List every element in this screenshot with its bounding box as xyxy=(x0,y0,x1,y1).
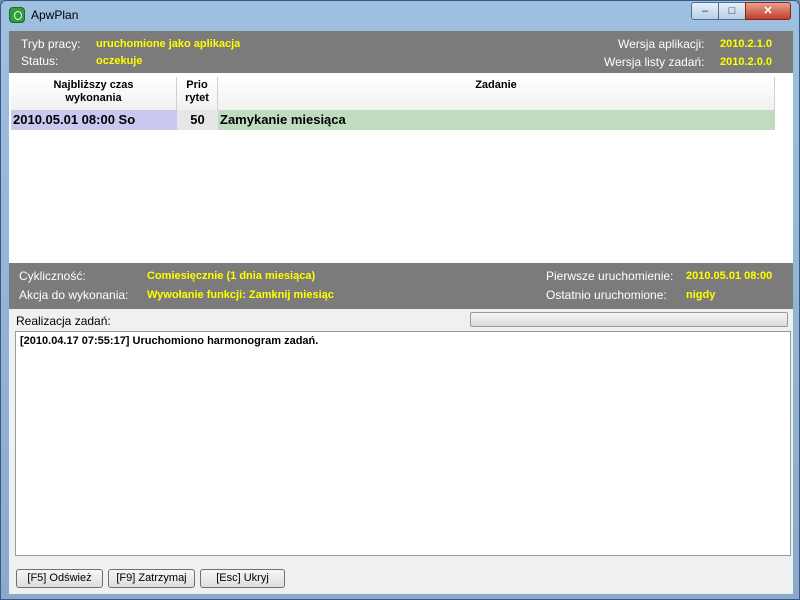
log-line: [2010.04.17 07:55:17] Uruchomiono harmon… xyxy=(20,335,319,347)
header-next-time[interactable]: Najbliższy czas wykonania xyxy=(11,77,177,111)
progress-bar xyxy=(470,312,788,327)
client-area: Tryb pracy: uruchomione jako aplikacja S… xyxy=(9,31,793,594)
action-value: Wywołanie funkcji: Zamknij miesiąc xyxy=(147,289,334,301)
realization-section: Realizacja zadań: [2010.04.17 07:55:17] … xyxy=(9,309,793,594)
log-box[interactable]: [2010.04.17 07:55:17] Uruchomiono harmon… xyxy=(15,331,791,556)
row-task: Zamykanie miesiąca xyxy=(218,110,775,130)
row-priority: 50 xyxy=(177,110,218,130)
action-label: Akcja do wykonania: xyxy=(19,288,129,302)
app-version-label: Wersja aplikacji: xyxy=(618,37,705,51)
task-table: Najbliższy czas wykonania Prio rytet Zad… xyxy=(9,73,793,263)
app-version-value: 2010.2.1.0 xyxy=(720,38,772,50)
table-row[interactable]: 2010.05.01 08:00 So 50 Zamykanie miesiąc… xyxy=(11,110,775,130)
first-run-label: Pierwsze uruchomienie: xyxy=(546,269,674,283)
status-label: Status: xyxy=(21,54,59,68)
realization-label: Realizacja zadań: xyxy=(16,314,111,328)
cycle-value: Comiesięcznie (1 dnia miesiąca) xyxy=(147,270,316,282)
last-run-label: Ostatnio uruchomione: xyxy=(546,288,667,302)
first-run-value: 2010.05.01 08:00 xyxy=(686,270,773,282)
app-clock-icon xyxy=(9,7,25,23)
refresh-button[interactable]: [F5] Odśwież xyxy=(16,569,103,588)
hide-button[interactable]: [Esc] Ukryj xyxy=(200,569,285,588)
status-value: oczekuje xyxy=(96,55,143,67)
tasklist-version-value: 2010.2.0.0 xyxy=(720,56,772,68)
cycle-label: Cykliczność: xyxy=(19,269,86,283)
stop-button[interactable]: [F9] Zatrzymaj xyxy=(108,569,195,588)
last-run-value: nigdy xyxy=(686,289,716,301)
header-priority[interactable]: Prio rytet xyxy=(177,77,218,111)
window-title: ApwPlan xyxy=(31,8,79,22)
header-task[interactable]: Zadanie xyxy=(218,77,775,111)
app-window: ApwPlan – □ ✕ Tryb pracy: uruchomione ja… xyxy=(0,0,800,600)
close-button[interactable]: ✕ xyxy=(745,2,791,20)
mode-label: Tryb pracy: xyxy=(21,37,81,51)
task-details-panel: Cykliczność: Comiesięcznie (1 dnia miesi… xyxy=(9,263,793,309)
tasklist-version-label: Wersja listy zadań: xyxy=(604,55,705,69)
minimize-button[interactable]: – xyxy=(691,2,719,20)
mode-value: uruchomione jako aplikacja xyxy=(96,38,241,50)
row-time: 2010.05.01 08:00 So xyxy=(11,110,177,130)
maximize-button[interactable]: □ xyxy=(718,2,746,20)
status-panel: Tryb pracy: uruchomione jako aplikacja S… xyxy=(9,31,793,73)
title-bar[interactable]: ApwPlan – □ ✕ xyxy=(1,1,799,29)
